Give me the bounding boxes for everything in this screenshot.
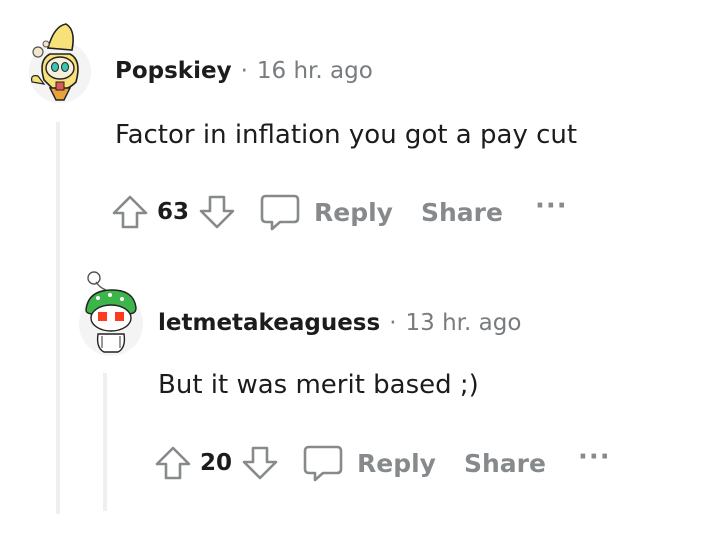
thread-line-parent[interactable] (56, 122, 60, 514)
comment-body: But it was merit based ;) (158, 370, 479, 400)
comment-actions: 20 Reply Share ··· (154, 441, 611, 485)
reply-label: Reply (314, 197, 393, 227)
speech-bubble-icon (303, 445, 343, 482)
avatar-snoo-icon (79, 271, 143, 356)
share-button[interactable]: Share (421, 198, 503, 227)
avatar[interactable] (76, 268, 146, 358)
comment-meta: Popskiey · 16 hr. ago (115, 58, 373, 84)
arrow-up-icon (155, 446, 191, 480)
speech-bubble-icon (260, 194, 300, 231)
share-button[interactable]: Share (464, 449, 546, 478)
separator-dot: · (389, 310, 397, 336)
avatar-banana-icon (29, 23, 91, 103)
separator-dot: · (240, 58, 248, 84)
arrow-down-icon (199, 195, 235, 229)
arrow-up-icon (112, 195, 148, 229)
timestamp[interactable]: 16 hr. ago (257, 58, 373, 84)
vote-score: 20 (200, 450, 233, 476)
thread-line-child[interactable] (103, 373, 107, 511)
avatar[interactable] (26, 20, 94, 104)
upvote-button[interactable] (154, 444, 192, 482)
comment-body: Factor in inflation you got a pay cut (115, 120, 578, 150)
reply-button[interactable]: Reply (301, 443, 436, 483)
arrow-down-icon (242, 446, 278, 480)
timestamp[interactable]: 13 hr. ago (406, 310, 522, 336)
reply-label: Reply (357, 448, 436, 478)
reply-button[interactable]: Reply (258, 192, 393, 232)
upvote-button[interactable] (111, 193, 149, 231)
username-link[interactable]: Popskiey (115, 58, 232, 84)
vote-score: 63 (157, 199, 190, 225)
downvote-button[interactable] (241, 444, 279, 482)
comment-meta: letmetakeaguess · 13 hr. ago (158, 310, 521, 336)
comment-actions: 63 Reply Share ··· (111, 190, 568, 234)
downvote-button[interactable] (198, 193, 236, 231)
username-link[interactable]: letmetakeaguess (158, 310, 380, 336)
